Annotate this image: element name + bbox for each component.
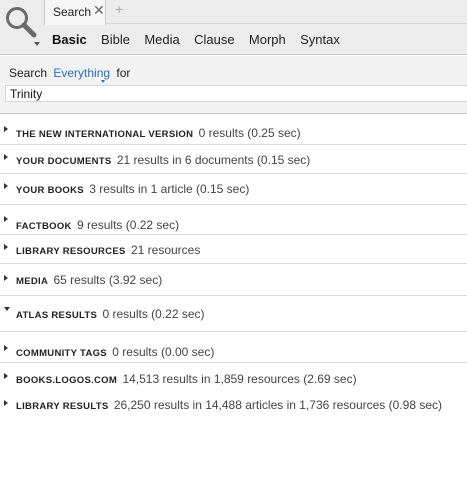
search-panel-header: Search ✕ + Basic Bible Media Clause Morp… (0, 0, 467, 55)
tab-search[interactable]: Search ✕ (44, 0, 106, 25)
result-text: YOUR DOCUMENTS 21 results in 6 documents… (16, 153, 310, 167)
disclosure-arrow-icon[interactable] (4, 307, 10, 311)
disclosure-arrow-icon[interactable] (4, 126, 8, 132)
result-title: THE NEW INTERNATIONAL VERSION (16, 129, 194, 140)
tab-strip: Search ✕ + (44, 0, 467, 25)
search-scope-row: Search Everything for (9, 66, 131, 83)
disclosure-arrow-icon[interactable] (4, 345, 8, 351)
search-suffix-label: for (116, 66, 131, 80)
scope-label: Everything (53, 66, 111, 80)
result-detail: 14,513 results in 1,859 resources (2.69 … (122, 372, 357, 386)
chevron-down-icon (101, 80, 106, 83)
disclosure-arrow-icon[interactable] (4, 275, 8, 281)
search-input[interactable] (5, 85, 467, 102)
result-row[interactable]: YOUR BOOKS 3 results in 1 article (0.15 … (0, 174, 467, 205)
mode-bible[interactable]: Bible (101, 32, 130, 47)
result-detail: 65 results (3.92 sec) (53, 273, 163, 287)
result-row[interactable]: COMMUNITY TAGS 0 results (0.00 sec) (0, 332, 467, 363)
result-detail: 9 results (0.22 sec) (77, 218, 180, 232)
disclosure-arrow-icon[interactable] (4, 216, 8, 222)
result-text: BOOKS.LOGOS.COM 14,513 results in 1,859 … (16, 372, 357, 386)
result-text: COMMUNITY TAGS 0 results (0.00 sec) (16, 345, 214, 359)
add-tab-icon[interactable]: + (115, 1, 123, 17)
result-detail: 0 results (0.00 sec) (112, 345, 215, 359)
disclosure-arrow-icon[interactable] (4, 183, 8, 189)
tab-label: Search (53, 5, 92, 19)
result-title: BOOKS.LOGOS.COM (16, 375, 118, 386)
chevron-down-icon (34, 42, 40, 46)
result-row[interactable]: BOOKS.LOGOS.COM 14,513 results in 1,859 … (0, 363, 467, 390)
result-title: MEDIA (16, 276, 49, 287)
magnifier-icon (6, 7, 37, 38)
result-row[interactable]: THE NEW INTERNATIONAL VERSION 0 results … (0, 115, 467, 145)
result-row[interactable]: YOUR DOCUMENTS 21 results in 6 documents… (0, 145, 467, 174)
result-detail: 0 results (0.22 sec) (102, 307, 205, 321)
search-scope-dropdown[interactable]: Everything (53, 66, 111, 83)
result-title: ATLAS RESULTS (16, 310, 98, 321)
result-title: COMMUNITY TAGS (16, 348, 107, 359)
mode-clause[interactable]: Clause (194, 32, 234, 47)
search-bar: Search Everything for (0, 56, 467, 114)
result-title: LIBRARY RESULTS (16, 401, 109, 412)
disclosure-arrow-icon[interactable] (4, 400, 8, 406)
result-row[interactable]: MEDIA 65 results (3.92 sec) (0, 264, 467, 296)
result-text: LIBRARY RESOURCES 21 resources (16, 243, 200, 257)
result-detail: 21 results in 6 documents (0.15 sec) (116, 153, 311, 167)
result-title: YOUR BOOKS (16, 185, 84, 196)
result-detail: 3 results in 1 article (0.15 sec) (89, 182, 250, 196)
disclosure-arrow-icon[interactable] (4, 373, 8, 379)
result-title: LIBRARY RESOURCES (16, 246, 126, 257)
result-detail: 26,250 results in 14,488 articles in 1,7… (113, 398, 442, 412)
result-text: ATLAS RESULTS 0 results (0.22 sec) (16, 307, 205, 321)
result-detail: 0 results (0.25 sec) (198, 126, 301, 140)
result-row[interactable]: LIBRARY RESOURCES 21 resources (0, 235, 467, 264)
result-title: YOUR DOCUMENTS (16, 156, 112, 167)
close-icon[interactable]: ✕ (93, 2, 105, 19)
mode-media[interactable]: Media (144, 32, 179, 47)
result-text: YOUR BOOKS 3 results in 1 article (0.15 … (16, 182, 249, 196)
result-row[interactable]: FACTBOOK 9 results (0.22 sec) (0, 205, 467, 235)
disclosure-arrow-icon[interactable] (4, 154, 8, 160)
disclosure-arrow-icon[interactable] (4, 244, 8, 250)
mode-morph[interactable]: Morph (249, 32, 286, 47)
result-text: FACTBOOK 9 results (0.22 sec) (16, 218, 179, 232)
result-row[interactable]: LIBRARY RESULTS 26,250 results in 14,488… (0, 390, 467, 420)
mode-basic[interactable]: Basic (52, 32, 87, 47)
search-mode-tabs: Basic Bible Media Clause Morph Syntax (52, 32, 351, 48)
result-row[interactable]: ATLAS RESULTS 0 results (0.22 sec) (0, 296, 467, 332)
result-text: MEDIA 65 results (3.92 sec) (16, 273, 162, 287)
search-menu-button[interactable] (0, 0, 44, 55)
mode-syntax[interactable]: Syntax (300, 32, 340, 47)
search-prefix-label: Search (9, 66, 48, 80)
result-text: LIBRARY RESULTS 26,250 results in 14,488… (16, 398, 442, 412)
result-title: FACTBOOK (16, 221, 72, 232)
result-text: THE NEW INTERNATIONAL VERSION 0 results … (16, 126, 301, 140)
result-detail: 21 resources (130, 243, 201, 257)
